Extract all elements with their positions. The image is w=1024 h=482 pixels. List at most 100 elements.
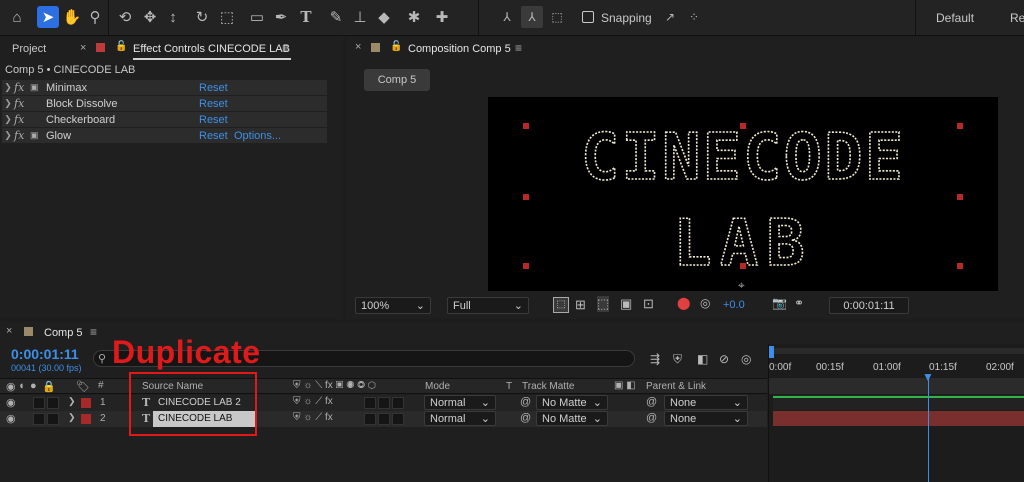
fx-icon[interactable]: fx [14,97,30,110]
frame-blending-icon[interactable]: ⊘ [719,352,729,366]
effect-row-checkerboard[interactable]: ❯ fx Checkerboard Reset [2,112,327,127]
fast-previews-icon[interactable]: ⬚ [553,297,569,313]
timeline-track-area[interactable]: 0:00f 00:15f 01:00f 01:15f 02:00f ▼ [768,344,1024,482]
roto-brush-icon[interactable]: ✱ [403,6,425,28]
blend-mode-dropdown[interactable]: Normal ⌄ [424,395,496,410]
grid-guides-icon[interactable]: ⊡ [643,296,654,312]
fx-icon[interactable]: fx [14,113,30,126]
rotate-tool-icon[interactable]: ↻ [191,6,213,28]
selection-tool-icon[interactable]: ➤ [37,6,59,28]
switch-box[interactable] [364,413,376,425]
matte-link-icon[interactable]: @ [520,396,531,408]
tab-project[interactable]: Project [12,43,46,55]
clone-stamp-icon[interactable]: ⊥ [349,6,371,28]
video-eye-icon[interactable]: ◉ [6,380,16,393]
layer-label-color[interactable] [81,398,91,408]
home-icon[interactable]: ⌂ [6,6,28,28]
tab-composition[interactable]: Composition Comp 5 [408,43,511,55]
pen-tool-icon[interactable]: ✒ [270,6,292,28]
current-time-display[interactable]: 0:00:01:11 [829,297,909,314]
solo-toggle[interactable] [33,397,45,409]
panel-menu-icon[interactable]: ≡ [282,41,289,55]
audio-icon[interactable]: ◖ [18,380,25,392]
layer-duration-bar[interactable] [773,396,1024,398]
bounding-handle[interactable] [957,194,963,200]
expand-arrow-icon[interactable]: ❯ [68,396,76,407]
fx-icon[interactable]: fx [14,81,30,94]
matte-link-icon[interactable]: @ [520,412,531,424]
effect-row-glow[interactable]: ❯ fx ▣ Glow Reset Options... [2,128,327,143]
motion-blur-icon[interactable]: ◎ [741,352,751,366]
visibility-eye-icon[interactable]: ◉ [6,412,16,425]
exposure-value[interactable]: +0.0 [723,299,745,311]
current-time[interactable]: 0:00:01:11 [11,346,79,362]
composition-viewer[interactable]: CINECODE LAB [488,97,998,291]
switch-box[interactable] [392,397,404,409]
expand-arrow-icon[interactable]: ❯ [2,130,14,141]
label-column-icon[interactable]: 🏷 [76,380,90,393]
close-icon[interactable]: × [80,42,86,54]
close-icon[interactable]: × [355,41,361,53]
track-matte-dropdown[interactable]: No Matte ⌄ [536,411,608,426]
rectangle-tool-icon[interactable]: ▭ [246,6,268,28]
layer-row[interactable]: ◉ ❯ 2 T CINECODE LAB ⛨ ☼ ⟋ fx Normal ⌄ @ … [0,411,767,427]
switch-box[interactable] [392,413,404,425]
layer-track-2[interactable] [773,411,1024,426]
layer-switches[interactable]: ⛨ ☼ ⟋ fx [293,396,333,407]
switch-box[interactable] [378,397,390,409]
options-link[interactable]: Options... [234,130,281,142]
expand-arrow-icon[interactable]: ❯ [68,412,76,423]
hand-tool-icon[interactable]: ✋ [61,6,83,28]
bounding-handle[interactable] [523,123,529,129]
reset-link[interactable]: Reset [199,130,234,142]
dolly-camera-icon[interactable]: ↕ [162,6,184,28]
comp-tab-button[interactable]: Comp 5 [364,69,430,91]
resolution-dropdown[interactable]: Full ⌄ [447,297,529,314]
anchor-point-icon[interactable]: ⌖ [738,278,745,293]
zoom-tool-icon[interactable]: ⚲ [84,6,106,28]
solo-icon[interactable]: ● [30,380,37,392]
snapping-checkbox[interactable] [582,11,594,23]
pan-behind-icon[interactable]: ⬚ [216,6,238,28]
mask-visibility-icon[interactable]: ⬚ [597,296,610,312]
solo-toggle[interactable] [33,413,45,425]
playhead-line[interactable] [928,374,929,482]
axis-local-icon[interactable]: ⅄ [496,6,518,28]
tab-timeline[interactable]: Comp 5 [44,327,83,339]
parent-dropdown[interactable]: None ⌄ [664,395,748,410]
axis-world-icon[interactable]: ⅄ [521,6,543,28]
lock-toggle[interactable] [47,413,59,425]
work-area-start[interactable] [769,346,774,358]
layer-track-1[interactable] [773,395,1024,410]
puppet-pin-icon[interactable]: ✚ [431,6,453,28]
bounding-handle[interactable] [523,263,529,269]
lock-column-icon[interactable]: 🔒 [42,380,56,393]
panel-menu-icon[interactable]: ≡ [90,325,97,339]
work-area-bar[interactable] [769,348,1024,354]
region-of-interest-icon[interactable]: ▣ [620,296,632,312]
snap-edges-icon[interactable]: ↗ [659,6,681,28]
reset-link[interactable]: Reset [199,114,234,126]
workspace-next[interactable]: Re [1010,11,1024,25]
color-management-icon[interactable]: ◎ [700,296,710,310]
snap-grid-icon[interactable]: ⁘ [683,6,705,28]
lock-icon[interactable]: 🔓 [115,41,127,52]
lock-toggle[interactable] [47,397,59,409]
workspace-default[interactable]: Default [936,11,974,25]
bounding-handle[interactable] [957,123,963,129]
color-channels-icon[interactable]: ⬤ [677,296,690,310]
bounding-handle[interactable] [740,123,746,129]
type-tool-icon[interactable]: T [295,6,317,28]
pick-whip-icon[interactable]: @ [646,412,657,424]
pick-whip-icon[interactable]: @ [646,396,657,408]
layer-row[interactable]: ◉ ❯ 1 T CINECODE LAB 2 ⛨ ☼ ⟋ fx Normal ⌄ … [0,395,767,411]
brush-tool-icon[interactable]: ✎ [325,6,347,28]
switch-box[interactable] [364,397,376,409]
reset-link[interactable]: Reset [199,98,234,110]
effect-row-block-dissolve[interactable]: ❯ fx Block Dissolve Reset [2,96,327,111]
blend-mode-dropdown[interactable]: Normal ⌄ [424,411,496,426]
tab-effect-controls[interactable]: Effect Controls CINECODE LAB [133,43,290,55]
reset-link[interactable]: Reset [199,82,234,94]
parent-dropdown[interactable]: None ⌄ [664,411,748,426]
lock-icon[interactable]: 🔓 [390,41,402,52]
